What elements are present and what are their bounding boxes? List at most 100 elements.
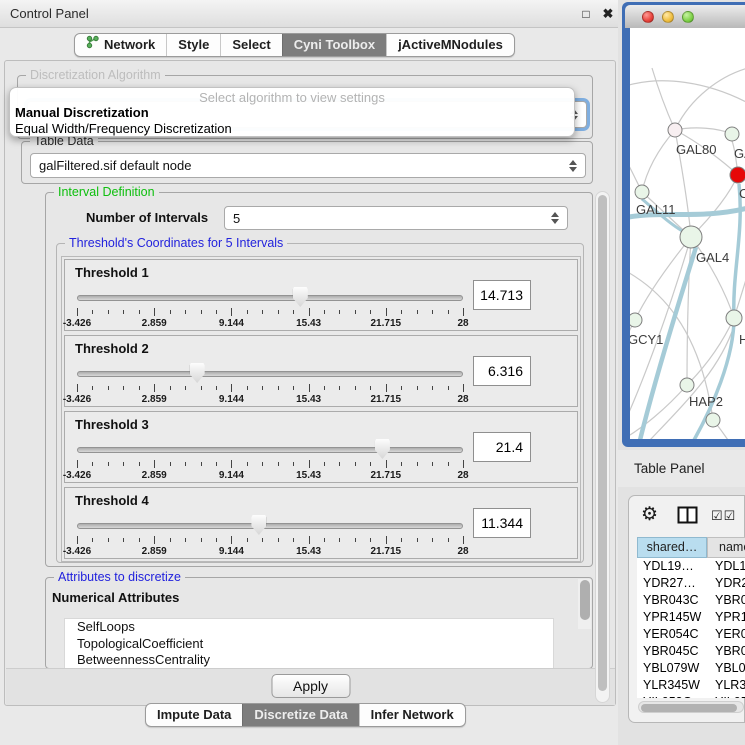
cell-name[interactable]: YPR145W — [707, 609, 745, 626]
node-table[interactable]: shared… name YDL19…YDL194WYDR27…YDR277CY… — [637, 537, 745, 698]
panel-scrollbar[interactable] — [595, 191, 610, 703]
network-node-red-node[interactable] — [730, 167, 745, 183]
table-row[interactable]: YER054CYER054C — [637, 626, 745, 643]
threshold-slider[interactable]: -3.4262.8599.14415.4321.71528 — [77, 438, 463, 482]
cell-name[interactable]: YDR277C — [707, 575, 745, 592]
split-columns-icon[interactable] — [677, 506, 698, 529]
column-header-name[interactable]: name — [707, 537, 745, 558]
network-edge[interactable] — [630, 385, 687, 438]
table-row[interactable]: YPR145WYPR145W — [637, 609, 745, 626]
tab-network[interactable]: Network — [75, 34, 166, 56]
network-edge[interactable] — [691, 175, 738, 237]
cell-name[interactable]: YIL053C — [707, 694, 745, 698]
slider-track[interactable] — [77, 523, 463, 529]
cell-shared-name[interactable]: YER054C — [637, 626, 707, 643]
table-row[interactable]: YBR043CYBR043C — [637, 592, 745, 609]
scrollbar-thumb[interactable] — [580, 580, 590, 620]
column-header-shared-name[interactable]: shared… — [637, 537, 707, 558]
tab-select[interactable]: Select — [220, 34, 281, 56]
slider-handle[interactable] — [293, 287, 308, 307]
network-edge[interactable] — [635, 237, 691, 320]
network-node-gal4[interactable] — [680, 226, 702, 248]
cell-name[interactable]: YBR045C — [707, 643, 745, 660]
cell-shared-name[interactable]: YBL079W — [637, 660, 707, 677]
attributes-scrollbar[interactable] — [578, 579, 591, 629]
cell-shared-name[interactable]: YIL053C — [637, 694, 707, 698]
network-edge[interactable] — [675, 128, 732, 134]
cell-name[interactable]: YER054C — [707, 626, 745, 643]
cell-shared-name[interactable]: YPR145W — [637, 609, 707, 626]
float-window-icon[interactable]: □ — [578, 6, 594, 22]
tab-impute-data[interactable]: Impute Data — [146, 704, 242, 726]
tab-discretize-data[interactable]: Discretize Data — [242, 704, 358, 726]
apply-button[interactable]: Apply — [271, 674, 350, 698]
checkbox-icons[interactable]: ☑☑ — [711, 508, 736, 524]
table-row[interactable]: YDL19…YDL194W — [637, 558, 745, 575]
slider-track[interactable] — [77, 295, 463, 301]
scrollbar-thumb[interactable] — [598, 195, 607, 691]
combo-stepper-icon[interactable] — [550, 211, 561, 225]
threshold-value-field[interactable]: 6.316 — [473, 356, 531, 386]
table-row[interactable]: YLR345WYLR345W — [637, 677, 745, 694]
table-horizontal-scrollbar[interactable] — [638, 701, 744, 713]
minimize-traffic-light[interactable] — [662, 11, 674, 23]
network-window-titlebar[interactable] — [625, 5, 745, 28]
attribute-list-item[interactable]: BetweennessCentrality — [65, 652, 553, 669]
network-edge[interactable] — [630, 81, 745, 103]
network-node-ga[interactable] — [725, 127, 739, 141]
network-edge[interactable] — [675, 68, 745, 130]
threshold-value-field[interactable]: 11.344 — [473, 508, 531, 538]
network-graph[interactable]: GAL80GACGAL11GAL4GCY1HHAP2 — [630, 28, 745, 439]
threshold-slider[interactable]: -3.4262.8599.14415.4321.71528 — [77, 286, 463, 330]
network-edge[interactable] — [642, 130, 675, 192]
slider-handle[interactable] — [375, 439, 390, 459]
gear-icon[interactable]: ⚙ — [641, 503, 658, 526]
attribute-list-item[interactable]: SelfLoops — [65, 619, 553, 636]
network-edge[interactable] — [652, 68, 675, 130]
attribute-list-item[interactable]: TopologicalCoefficient — [65, 636, 553, 653]
cell-shared-name[interactable]: YLR345W — [637, 677, 707, 694]
slider-handle[interactable] — [190, 363, 205, 383]
table-data-combobox[interactable]: galFiltered.sif default node — [30, 153, 586, 178]
option-manual-discretization[interactable]: Manual Discretization — [15, 105, 149, 120]
scrollbar-thumb[interactable] — [641, 704, 737, 712]
zoom-traffic-light[interactable] — [682, 11, 694, 23]
cell-shared-name[interactable]: YBR045C — [637, 643, 707, 660]
tab-cyni-toolbox[interactable]: Cyni Toolbox — [282, 34, 386, 56]
cell-name[interactable]: YDL194W — [707, 558, 745, 575]
cell-shared-name[interactable]: YDL19… — [637, 558, 707, 575]
network-node-gcy1[interactable] — [630, 313, 642, 327]
cell-name[interactable]: YBL079W — [707, 660, 745, 677]
tab-style[interactable]: Style — [166, 34, 220, 56]
threshold-slider[interactable]: -3.4262.8599.14415.4321.71528 — [77, 362, 463, 406]
network-edge[interactable] — [687, 318, 734, 385]
network-node-hap2[interactable] — [680, 378, 694, 392]
cell-shared-name[interactable]: YBR043C — [637, 592, 707, 609]
threshold-value-field[interactable]: 14.713 — [473, 280, 531, 310]
network-node-partial-node[interactable] — [706, 413, 720, 427]
network-node-gal80[interactable] — [668, 123, 682, 137]
option-equal-width-frequency[interactable]: Equal Width/Frequency Discretization — [15, 121, 232, 136]
number-of-intervals-combobox[interactable]: 5 — [224, 206, 568, 230]
table-row[interactable]: YBR045CYBR045C — [637, 643, 745, 660]
cell-shared-name[interactable]: YDR27… — [637, 575, 707, 592]
tab-infer-network[interactable]: Infer Network — [359, 704, 465, 726]
table-row[interactable]: YIL053CYIL053C — [637, 694, 745, 698]
threshold-value-field[interactable]: 21.4 — [473, 432, 531, 462]
close-traffic-light[interactable] — [642, 11, 654, 23]
slider-track[interactable] — [77, 447, 463, 453]
network-node-h[interactable] — [726, 310, 742, 326]
table-row[interactable]: YBL079WYBL079W — [637, 660, 745, 677]
cell-name[interactable]: YLR345W — [707, 677, 745, 694]
slider-track[interactable] — [77, 371, 463, 377]
table-row[interactable]: YDR27…YDR277C — [637, 575, 745, 592]
network-node-gal11[interactable] — [635, 185, 649, 199]
threshold-slider[interactable]: -3.4262.8599.14415.4321.71528 — [77, 514, 463, 558]
slider-handle[interactable] — [251, 515, 266, 535]
close-panel-icon[interactable]: ✖ — [600, 6, 616, 22]
combo-stepper-icon[interactable] — [568, 159, 579, 173]
numerical-attributes-list[interactable]: SelfLoopsTopologicalCoefficientBetweenne… — [64, 618, 554, 670]
cell-name[interactable]: YBR043C — [707, 592, 745, 609]
network-canvas[interactable]: GAL80GACGAL11GAL4GCY1HHAP2 — [630, 28, 745, 439]
tab-jactivemnodules[interactable]: jActiveMNodules — [386, 34, 514, 56]
